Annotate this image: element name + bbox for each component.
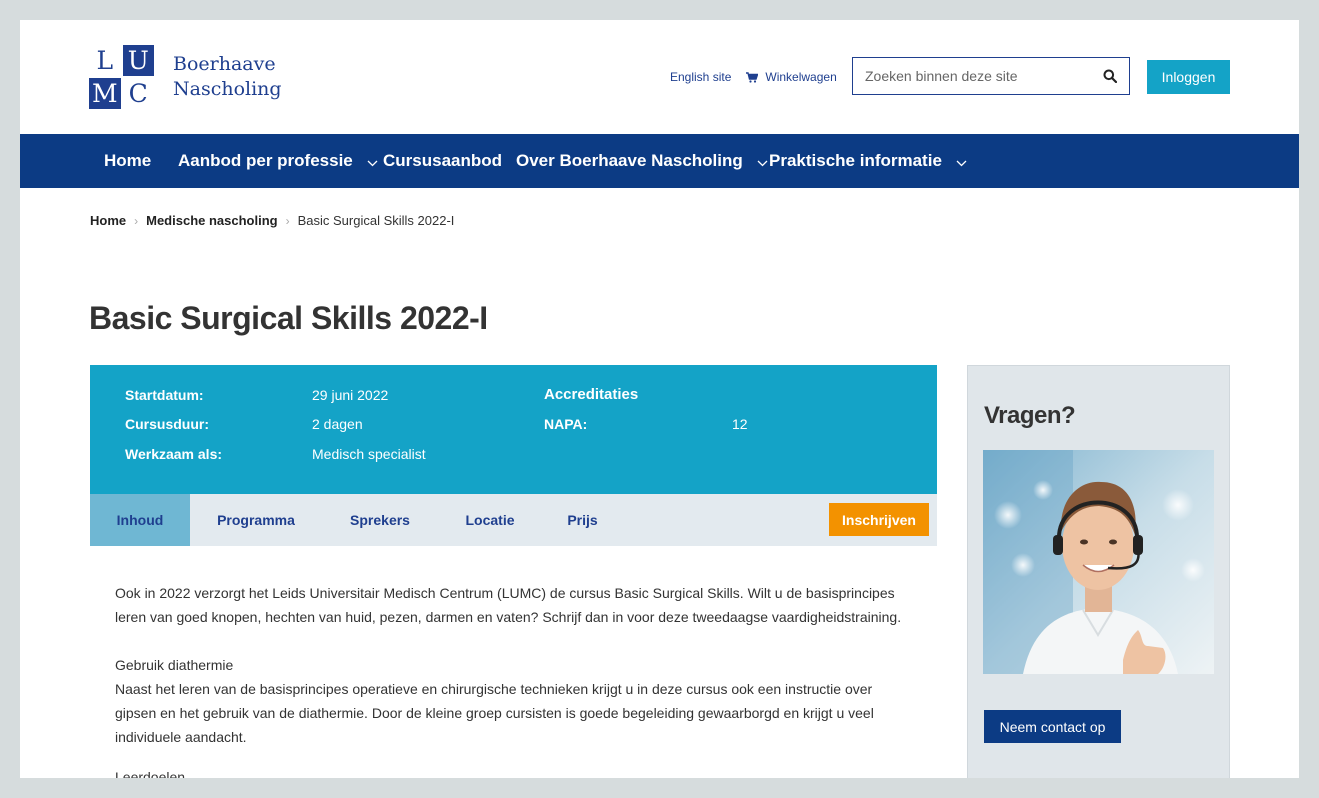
duration-label: Cursusduur: <box>125 416 209 432</box>
breadcrumb-separator: › <box>285 213 290 228</box>
role-value: Medisch specialist <box>312 446 426 462</box>
tab-programma[interactable]: Programma <box>200 494 312 546</box>
section-heading: Gebruik diathermie <box>115 657 234 673</box>
tab-sprekers[interactable]: Sprekers <box>335 494 425 546</box>
nav-item-cursusaanbod[interactable]: Cursusaanbod <box>383 134 502 188</box>
english-site-link[interactable]: English site <box>670 70 731 84</box>
breadcrumb: Home › Medische nascholing › Basic Surgi… <box>90 213 454 228</box>
tab-inhoud[interactable]: Inhoud <box>90 494 190 546</box>
logo-letter-m: M <box>89 78 121 109</box>
nav-item-home[interactable]: Home <box>104 134 151 188</box>
enroll-button[interactable]: Inschrijven <box>829 503 929 536</box>
nav-label: Over Boerhaave Nascholing <box>516 151 743 170</box>
contact-sidebar: Vragen? Neem contact op <box>967 365 1230 778</box>
role-label: Werkzaam als: <box>125 446 223 462</box>
nav-item-aanbod-per-professie[interactable]: Aanbod per professie <box>178 134 378 188</box>
paragraph-line: Naast het leren van de basisprincipes op… <box>115 681 873 697</box>
nav-label: Home <box>104 151 152 170</box>
napa-value: 12 <box>732 416 748 432</box>
nav-label: Praktische informatie <box>769 151 942 170</box>
breadcrumb-separator: › <box>134 213 139 228</box>
course-info-box: Startdatum: 29 juni 2022 Cursusduur: 2 d… <box>90 365 937 494</box>
paragraph-line: gipsen en het gebruik van de diathermie.… <box>115 705 874 721</box>
breadcrumb-home[interactable]: Home <box>90 213 126 228</box>
search-input[interactable] <box>853 58 1117 94</box>
logo-letter-u: U <box>122 45 154 76</box>
napa-label: NAPA: <box>544 416 588 432</box>
course-content: Ook in 2022 verzorgt het Leids Universit… <box>115 581 915 778</box>
start-date-label: Startdatum: <box>125 387 204 403</box>
tab-prijs[interactable]: Prijs <box>555 494 610 546</box>
logo-text: Boerhaave Nascholing <box>173 52 282 102</box>
course-tabs: Inhoud Programma Sprekers Locatie Prijs … <box>90 494 937 546</box>
login-button[interactable]: Inloggen <box>1147 60 1230 94</box>
logo-mark: L U M C <box>89 45 154 109</box>
nav-label: Aanbod per professie <box>178 151 353 170</box>
logo-letter-c: C <box>122 78 154 109</box>
tab-locatie[interactable]: Locatie <box>450 494 530 546</box>
accreditations-title: Accreditaties <box>544 386 639 403</box>
intro-line-1: Ook in 2022 verzorgt het Leids Universit… <box>115 585 895 601</box>
chevron-down-icon <box>956 160 967 166</box>
contact-button[interactable]: Neem contact op <box>984 710 1121 743</box>
cart-icon <box>746 71 759 83</box>
nav-label: Cursusaanbod <box>383 151 503 170</box>
nav-item-over-boerhaave[interactable]: Over Boerhaave Nascholing <box>516 134 768 188</box>
section-heading: Leerdoelen <box>115 769 186 778</box>
site-header: L U M C Boerhaave Nascholing English sit… <box>20 20 1299 134</box>
page-title: Basic Surgical Skills 2022-I <box>89 300 488 336</box>
paragraph-line: individuele aandacht. <box>115 729 247 745</box>
logo-letter-l: L <box>89 45 121 76</box>
search-box <box>852 57 1130 95</box>
search-icon[interactable] <box>1103 69 1118 88</box>
duration-value: 2 dagen <box>312 416 363 432</box>
intro-line-2: leren van goed knopen, hechten van huid,… <box>115 609 902 625</box>
support-agent-photo <box>983 450 1214 674</box>
breadcrumb-medische-nascholing[interactable]: Medische nascholing <box>146 213 277 228</box>
chevron-down-icon <box>757 160 768 166</box>
cart-label: Winkelwagen <box>765 70 837 84</box>
start-date-value: 29 juni 2022 <box>312 387 389 403</box>
cart-link[interactable]: Winkelwagen <box>746 70 837 84</box>
breadcrumb-current: Basic Surgical Skills 2022-I <box>297 213 455 228</box>
chevron-down-icon <box>367 160 378 166</box>
logo-line-1: Boerhaave <box>173 53 276 75</box>
main-nav: Home Aanbod per professie Cursusaanbod O… <box>20 134 1299 188</box>
page: L U M C Boerhaave Nascholing English sit… <box>20 20 1299 778</box>
top-links: English site Winkelwagen <box>670 70 837 84</box>
logo-line-2: Nascholing <box>173 78 282 100</box>
nav-item-praktische-informatie[interactable]: Praktische informatie <box>769 134 967 188</box>
lumc-logo[interactable]: L U M C Boerhaave Nascholing <box>89 45 282 109</box>
sidebar-title: Vragen? <box>984 402 1076 429</box>
